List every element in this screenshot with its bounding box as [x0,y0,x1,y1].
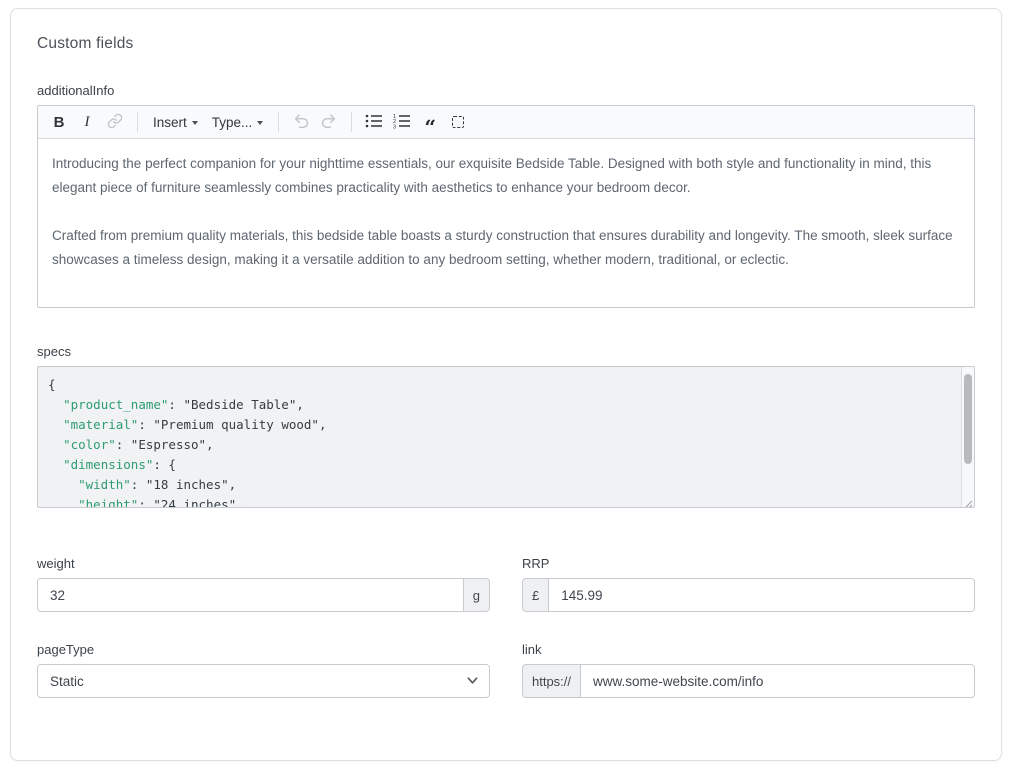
editor-toolbar: B I Insert [38,106,974,139]
bullet-list-icon [365,113,383,132]
rrp-label: RRP [522,556,975,571]
insert-dropdown-label: Insert [153,115,187,130]
numbered-list-button[interactable]: 1 2 3 [389,109,415,135]
specs-label: specs [37,344,975,359]
undo-button[interactable] [288,109,314,135]
editor-paragraph: Introducing the perfect companion for yo… [52,152,960,200]
undo-icon [292,112,310,133]
editor-paragraph: Crafted from premium quality materials, … [52,224,960,272]
chevron-down-icon [257,121,263,125]
type-dropdown[interactable]: Type... [206,109,270,135]
svg-text:3: 3 [393,124,396,129]
additional-info-field: additionalInfo B I [37,83,975,308]
type-dropdown-label: Type... [212,115,253,130]
editor-content[interactable]: Introducing the perfect companion for yo… [38,139,974,307]
rrp-field: RRP £ [522,556,975,612]
rich-text-editor: B I Insert [37,105,975,308]
weight-label: weight [37,556,490,571]
bold-button[interactable]: B [46,109,72,135]
insert-dropdown[interactable]: Insert [147,109,204,135]
link-input[interactable] [581,664,975,698]
redo-icon [320,112,338,133]
additional-info-label: additionalInfo [37,83,975,98]
toolbar-divider [351,112,352,132]
link-button[interactable] [102,109,128,135]
weight-field: weight g [37,556,490,612]
specs-code: { "product_name": "Bedside Table", "mate… [48,375,954,508]
toolbar-divider [137,112,138,132]
page-type-label: pageType [37,642,490,657]
blockquote-icon: “ [425,113,437,132]
rrp-input[interactable] [549,578,975,612]
bullet-list-button[interactable] [361,109,387,135]
currency-addon: £ [522,578,549,612]
section-title: Custom fields [37,35,975,53]
page-type-select[interactable]: Static [37,664,490,698]
link-icon [107,113,123,132]
italic-icon: I [85,114,90,131]
page-type-field: pageType Static [37,642,490,698]
custom-fields-card: Custom fields additionalInfo B I [10,8,1002,761]
blockquote-button[interactable]: “ [417,109,443,135]
fields-grid: weight g RRP £ pageType Static [37,556,975,698]
numbered-list-icon: 1 2 3 [393,113,411,132]
page: Custom fields additionalInfo B I [0,0,1013,769]
scrollbar-thumb[interactable] [964,374,972,464]
specs-field: specs { "product_name": "Bedside Table",… [37,344,975,508]
code-block-button[interactable] [445,109,471,135]
specs-scrollbar[interactable] [961,367,974,507]
toolbar-divider [278,112,279,132]
chevron-down-icon [192,121,198,125]
specs-textarea[interactable]: { "product_name": "Bedside Table", "mate… [37,366,975,508]
bold-icon: B [54,114,65,131]
italic-button[interactable]: I [74,109,100,135]
redo-button[interactable] [316,109,342,135]
link-label: link [522,642,975,657]
link-field: link https:// [522,642,975,698]
weight-unit-addon: g [463,578,490,612]
protocol-addon: https:// [522,664,581,698]
weight-input[interactable] [37,578,464,612]
resize-grip-icon[interactable] [962,495,973,506]
dashed-square-icon [452,116,464,128]
